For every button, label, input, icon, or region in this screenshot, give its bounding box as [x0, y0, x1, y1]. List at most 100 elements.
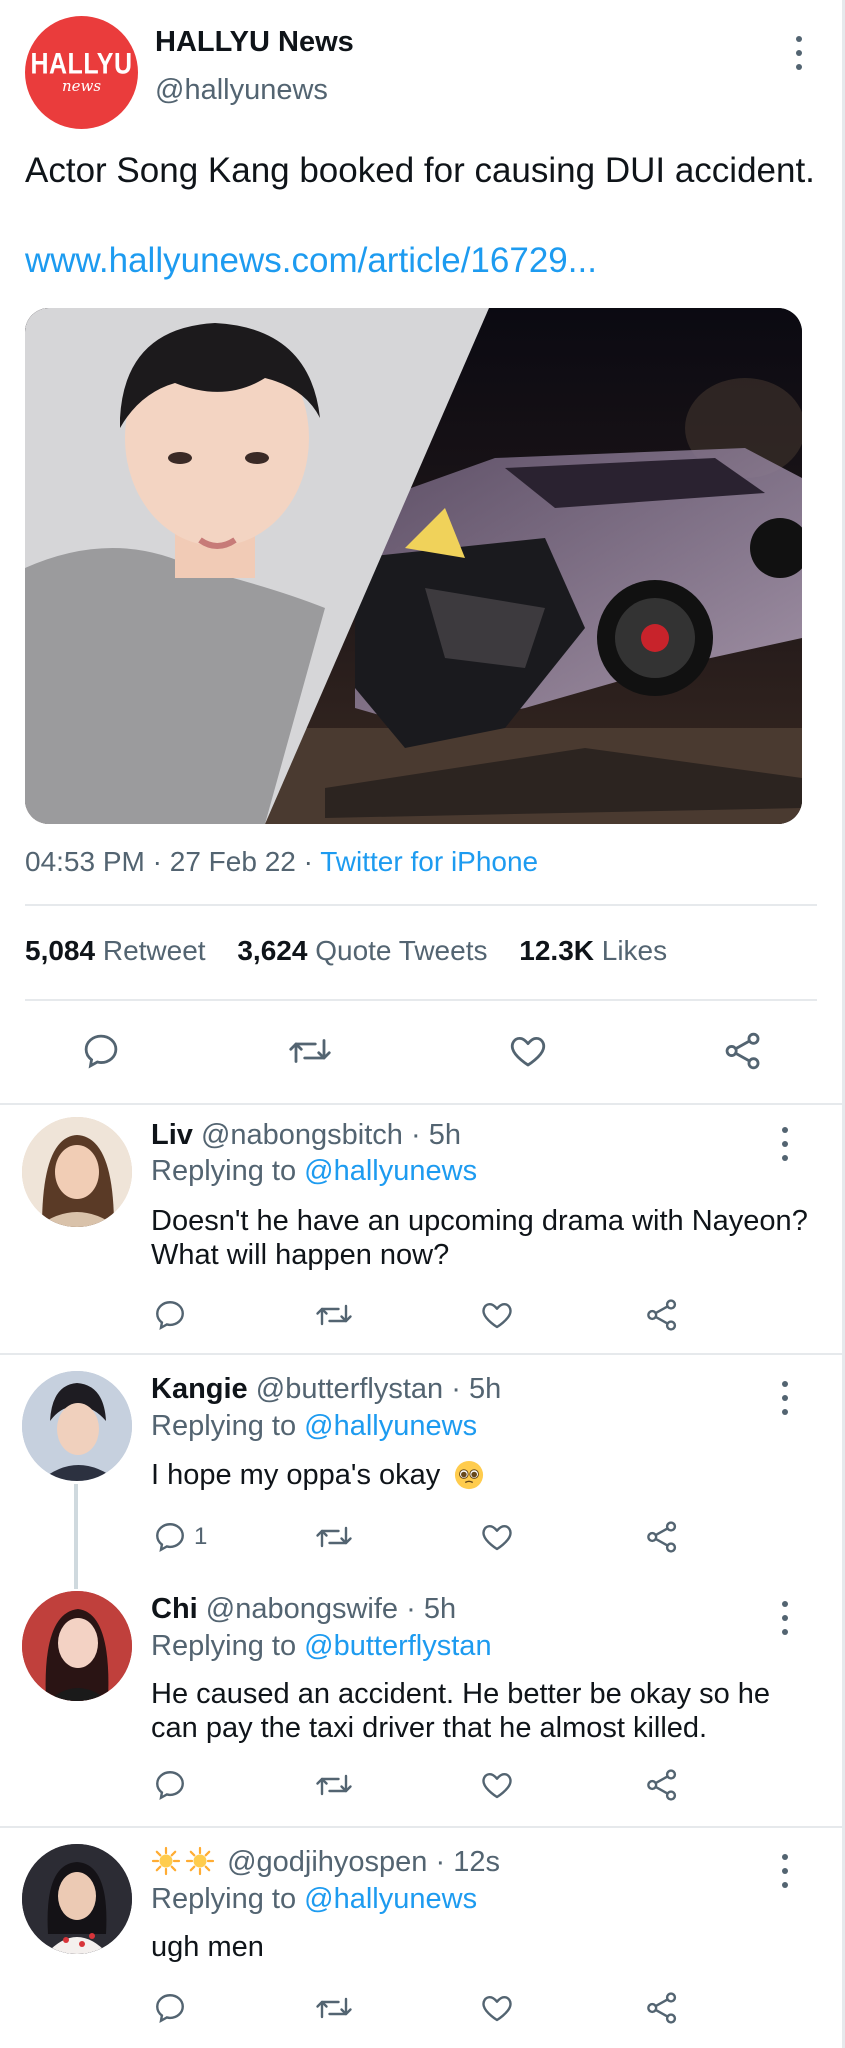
share-button[interactable] [644, 1297, 680, 1333]
reply-author-handle[interactable]: @nabongswife [206, 1593, 398, 1625]
like-icon [510, 1037, 546, 1067]
reply-count: 1 [194, 1523, 208, 1550]
quotes-stat[interactable]: 3,624 Quote Tweets [237, 935, 487, 966]
reply-text: I hope my oppa's okay [151, 1459, 441, 1491]
avatar[interactable] [22, 1117, 132, 1227]
tweet-media-image[interactable] [25, 308, 802, 824]
avatar-photo [22, 1371, 132, 1481]
reply-author-handle[interactable]: @nabongsbitch [201, 1119, 403, 1151]
avatar[interactable] [22, 1371, 132, 1481]
replying-to: Replying to @hallyunews [151, 1883, 477, 1916]
reply-header: Chi @nabongswife · 5h [151, 1593, 456, 1626]
sun-emoji [151, 1846, 181, 1876]
reply-text: Doesn't he have an upcoming drama with N… [151, 1205, 808, 1271]
retweet-button[interactable] [314, 1990, 354, 2026]
avatar-photo [22, 1844, 132, 1954]
retweet-icon [289, 1039, 331, 1063]
replying-to-label: Replying to [151, 1630, 297, 1662]
replying-to: Replying to @butterflystan [151, 1630, 492, 1663]
hallyu-news-avatar[interactable]: HALLYU news [25, 16, 138, 129]
replying-to: Replying to @hallyunews [151, 1155, 477, 1188]
replying-to-handle[interactable]: @hallyunews [304, 1883, 477, 1915]
reply-button[interactable] [152, 1297, 188, 1333]
avatar[interactable] [22, 1844, 132, 1954]
retweet-button[interactable] [314, 1297, 354, 1333]
reply-icon [156, 1994, 184, 2024]
share-icon [725, 1032, 760, 1070]
avatar[interactable] [22, 1591, 132, 1701]
retweets-stat[interactable]: 5,084 Retweet [25, 935, 206, 966]
retweet-icon [316, 1526, 352, 1548]
retweet-button[interactable] [314, 1519, 354, 1555]
share-button[interactable] [644, 1519, 680, 1555]
avatar-photo [22, 1591, 132, 1701]
main-tweet: HALLYU news HALLYU News @hallyunews Acto… [0, 0, 842, 1104]
like-button[interactable] [479, 1297, 515, 1333]
reply-button[interactable]: 1 [152, 1519, 207, 1555]
share-button[interactable] [644, 1990, 680, 2026]
share-button[interactable] [644, 1767, 680, 1803]
reply-text: He caused an accident. He better be okay… [151, 1678, 771, 1744]
more-options-icon[interactable] [777, 1854, 793, 1888]
reply-header: @godjihyospen · 12s [151, 1846, 500, 1879]
reply-button[interactable] [152, 1767, 188, 1803]
article-link[interactable]: www.hallyunews.com/article/16729... [25, 238, 597, 283]
replying-to-label: Replying to [151, 1883, 297, 1915]
more-options-icon[interactable] [777, 1127, 793, 1161]
meta-separator: · [435, 1846, 446, 1878]
logo-wordmark: HALLYU [30, 47, 133, 81]
retweets-count: 5,084 [25, 935, 96, 966]
tweet-time: 04:53 PM [25, 846, 145, 877]
author-display-name[interactable]: HALLYU News [155, 26, 354, 59]
replying-to: Replying to @hallyunews [151, 1410, 477, 1443]
like-button[interactable] [479, 1767, 515, 1803]
share-icon [647, 1299, 677, 1331]
reply-author-name[interactable]: Chi [151, 1593, 198, 1625]
share-button[interactable] [722, 1030, 764, 1072]
reply-tweet[interactable]: @godjihyospen · 12s Replying to @hallyun… [0, 1830, 842, 2048]
more-options-icon[interactable] [777, 1381, 793, 1415]
retweet-icon [316, 1304, 352, 1326]
more-options-icon[interactable] [777, 1601, 793, 1635]
reply-tweet[interactable]: Kangie @butterflystan · 5h Replying to @… [0, 1357, 842, 1577]
meta-separator: · [406, 1593, 416, 1625]
quotes-count: 3,624 [237, 935, 308, 966]
replying-to-handle[interactable]: @hallyunews [304, 1410, 477, 1442]
like-button[interactable] [507, 1030, 549, 1072]
retweet-icon [316, 1997, 352, 2019]
divider [25, 999, 817, 1001]
reply-button[interactable] [152, 1990, 188, 2026]
meta-separator: · [303, 846, 313, 877]
more-options-icon[interactable] [791, 36, 807, 70]
retweet-button[interactable] [314, 1767, 354, 1803]
engagement-stats: 5,084 Retweet 3,624 Quote Tweets 12.3K L… [25, 935, 667, 967]
media-illustration [25, 308, 802, 824]
divider [25, 904, 817, 906]
likes-stat[interactable]: 12.3K Likes [519, 935, 667, 966]
share-icon [647, 1521, 677, 1553]
like-icon [482, 1773, 512, 1799]
reply-icon [156, 1523, 184, 1553]
replying-to-label: Replying to [151, 1410, 297, 1442]
retweet-button[interactable] [287, 1030, 333, 1072]
tweet-source-link[interactable]: Twitter for iPhone [320, 846, 538, 877]
like-button[interactable] [479, 1519, 515, 1555]
tweet-text: Actor Song Kang booked for causing DUI a… [25, 151, 815, 190]
replying-to-handle[interactable]: @hallyunews [304, 1155, 477, 1187]
reply-icon [156, 1301, 184, 1331]
author-handle[interactable]: @hallyunews [155, 74, 328, 107]
reply-author-handle[interactable]: @butterflystan [256, 1373, 443, 1405]
reply-header: Liv @nabongsbitch · 5h [151, 1119, 461, 1152]
like-icon [482, 1303, 512, 1329]
replying-to-handle[interactable]: @butterflystan [304, 1630, 491, 1662]
reply-button[interactable] [80, 1030, 122, 1072]
reply-tweet[interactable]: Chi @nabongswife · 5h Replying to @butte… [0, 1577, 842, 1825]
reply-author-handle[interactable]: @godjihyospen [227, 1846, 427, 1878]
like-button[interactable] [479, 1990, 515, 2026]
reply-author-name[interactable]: Liv [151, 1119, 193, 1151]
retweets-label: Retweet [102, 935, 206, 966]
reply-tweet[interactable]: Liv @nabongsbitch · 5h Replying to @hall… [0, 1105, 842, 1353]
reply-author-name[interactable]: Kangie [151, 1373, 248, 1405]
tweet-meta: 04:53 PM · 27 Feb 22 · Twitter for iPhon… [25, 846, 538, 878]
replying-to-label: Replying to [151, 1155, 297, 1187]
